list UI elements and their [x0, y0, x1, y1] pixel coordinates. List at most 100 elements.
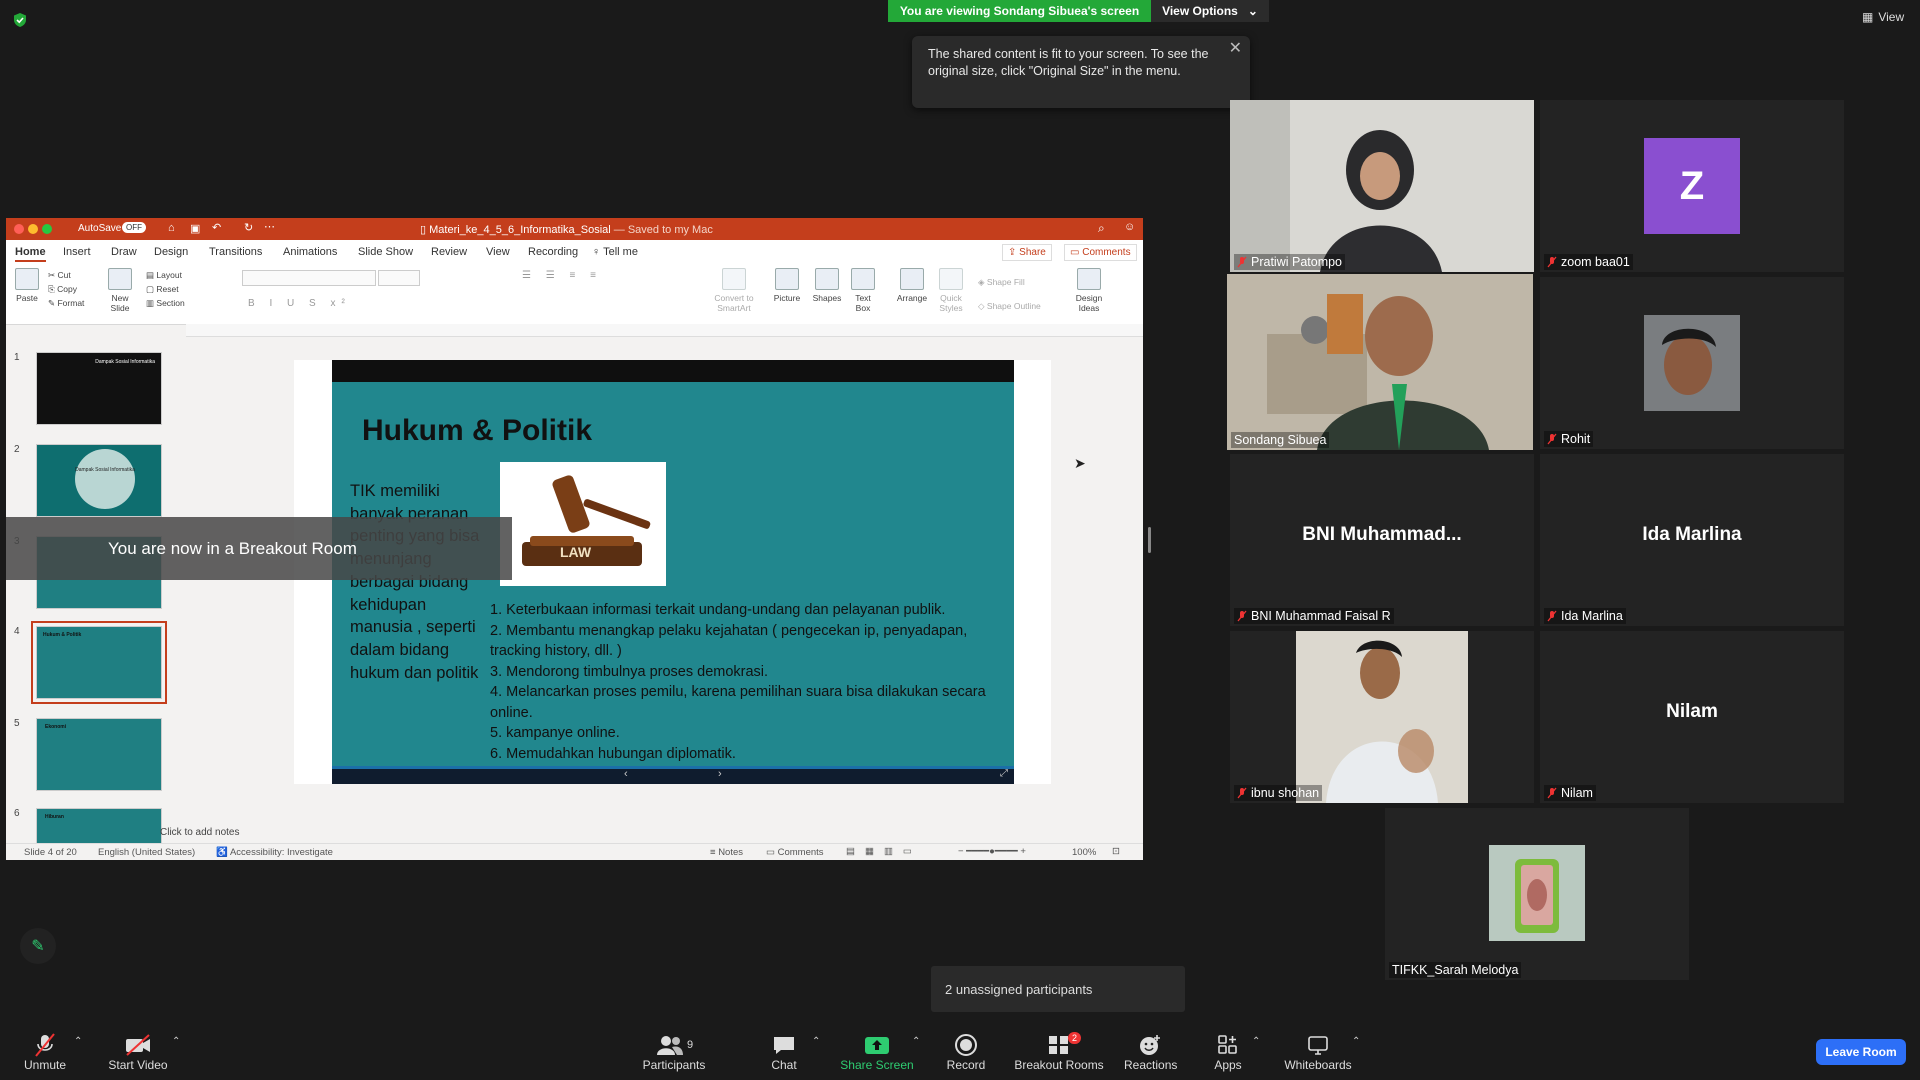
tab-transitions[interactable]: Transitions — [209, 246, 262, 258]
zoom-level[interactable]: 100% — [1072, 847, 1096, 858]
comment-icon: ▭ — [1070, 247, 1083, 258]
tab-home[interactable]: Home — [15, 246, 46, 262]
convert-smartart-button[interactable]: Convert to SmartArt — [706, 268, 762, 313]
tab-recording[interactable]: Recording — [528, 246, 578, 258]
participant-tile[interactable]: Nilam Nilam — [1540, 631, 1844, 803]
annotate-pencil-button[interactable]: ✎ — [20, 928, 56, 964]
view-options-button[interactable]: View Options ⌄ — [1151, 0, 1269, 22]
whiteboards-button[interactable]: Whiteboards — [1284, 1032, 1352, 1072]
shape-outline-button[interactable]: ◇ Shape Outline — [978, 294, 1041, 318]
slide-thumbnail-5[interactable]: Ekonomi — [36, 718, 162, 791]
tab-slide-show[interactable]: Slide Show — [358, 246, 413, 258]
tab-insert[interactable]: Insert — [63, 246, 91, 258]
chevron-up-icon[interactable]: ⌃ — [912, 1036, 920, 1047]
thumb-number: 5 — [14, 718, 20, 729]
fullscreen-icon[interactable]: ⤢ — [1000, 768, 1008, 779]
notes-toggle[interactable]: ≡ Notes — [710, 847, 743, 858]
accessibility-status[interactable]: ♿ Accessibility: Investigate — [216, 847, 333, 858]
notes-area[interactable]: Click to add notes — [156, 824, 1143, 844]
font-name-select[interactable] — [242, 270, 376, 286]
account-icon[interactable]: ☺ — [1124, 221, 1135, 233]
save-icon[interactable]: ▣ — [190, 222, 200, 235]
paragraph-buttons[interactable]: ☰ ☰ ≡ ≡ — [522, 270, 602, 281]
format-painter-button[interactable]: ✎ Format — [48, 296, 84, 310]
tab-view[interactable]: View — [486, 246, 510, 258]
maximize-window-button[interactable] — [42, 224, 52, 234]
notes-icon: ≡ — [710, 847, 719, 858]
slide-thumbnail-2[interactable]: Dampak Sosial Informatika — [36, 444, 162, 517]
comments-button[interactable]: ▭ Comments — [1064, 244, 1137, 261]
comments-toggle[interactable]: ▭ Comments — [766, 847, 824, 858]
chat-button[interactable]: Chat — [766, 1032, 802, 1072]
slide-thumbnail-4-selected[interactable]: Hukum & Politik — [31, 621, 167, 704]
resize-handle[interactable] — [1148, 527, 1151, 553]
new-slide-button[interactable]: New Slide — [104, 268, 136, 313]
security-shield-icon[interactable] — [12, 12, 28, 28]
participant-tile[interactable]: ibnu shohan — [1230, 631, 1534, 803]
section-button[interactable]: ▥ Section — [146, 296, 185, 310]
participant-tile[interactable]: Rohit — [1540, 277, 1844, 449]
undo-icon[interactable]: ↶ — [212, 221, 221, 234]
chevron-up-icon[interactable]: ⌃ — [1352, 1036, 1360, 1047]
tab-animations[interactable]: Animations — [283, 246, 337, 258]
copy-button[interactable]: ⎘ Copy — [48, 282, 84, 296]
share-button[interactable]: ⇪ Share — [1002, 244, 1052, 261]
reset-button[interactable]: ▢ Reset — [146, 282, 185, 296]
next-icon[interactable]: › — [718, 768, 722, 780]
autosave-toggle[interactable]: OFF — [122, 222, 146, 233]
language-status[interactable]: English (United States) — [98, 847, 195, 858]
participant-tile[interactable]: Z zoom baa01 — [1540, 100, 1844, 272]
tab-review[interactable]: Review — [431, 246, 467, 258]
tab-draw[interactable]: Draw — [111, 246, 137, 258]
redo-icon[interactable]: ↻ — [244, 221, 253, 234]
shape-fill-button[interactable]: ◈ Shape Fill — [978, 270, 1041, 294]
slide-thumbnail-1[interactable]: Dampak Sosial Informatika — [36, 352, 162, 425]
fit-slide-icon[interactable]: ⊡ — [1112, 846, 1120, 857]
unmute-button[interactable]: Unmute — [20, 1032, 70, 1072]
start-video-button[interactable]: Start Video — [106, 1032, 170, 1072]
zoom-slider[interactable]: − ━━━━●━━━━ + — [958, 846, 1026, 857]
shapes-button[interactable]: Shapes — [810, 268, 844, 303]
share-screen-button[interactable]: Share Screen — [840, 1032, 914, 1072]
picture-button[interactable]: Picture — [770, 268, 804, 303]
participant-tile-active-speaker[interactable]: Sondang Sibuea — [1227, 274, 1533, 450]
textbox-button[interactable]: Text Box — [848, 268, 878, 313]
chevron-up-icon[interactable]: ⌃ — [74, 1036, 82, 1047]
chevron-up-icon[interactable]: ⌃ — [172, 1036, 180, 1047]
more-icon[interactable]: ⋯ — [264, 220, 275, 233]
previous-icon[interactable]: ‹ — [624, 768, 628, 780]
home-icon[interactable]: ⌂ — [168, 222, 175, 234]
record-button[interactable]: Record — [944, 1032, 988, 1072]
participant-tile[interactable]: BNI Muhammad... BNI Muhammad Faisal R — [1230, 454, 1534, 626]
video-progress-track[interactable] — [332, 766, 1014, 769]
chevron-up-icon[interactable]: ⌃ — [1252, 1036, 1260, 1047]
unassigned-participants-popup[interactable]: 2 unassigned participants — [931, 966, 1185, 1012]
participant-tile[interactable]: TIFKK_Sarah Melodya — [1385, 808, 1689, 980]
arrange-button[interactable]: Arrange — [894, 268, 930, 303]
participant-tile[interactable]: Pratiwi Patompo — [1230, 100, 1534, 272]
participants-button[interactable]: 9 Participants — [640, 1032, 708, 1072]
chevron-up-icon[interactable]: ⌃ — [812, 1036, 820, 1047]
text-format-buttons[interactable]: B I U S x² — [248, 298, 351, 309]
layout-button[interactable]: ▤ Layout — [146, 268, 185, 282]
participant-tile[interactable]: Ida Marlina Ida Marlina — [1540, 454, 1844, 626]
reactions-button[interactable]: Reactions — [1124, 1032, 1177, 1072]
close-window-button[interactable] — [14, 224, 24, 234]
view-mode-buttons[interactable]: ▤▦▥▭ — [846, 846, 922, 857]
tab-design[interactable]: Design — [154, 246, 188, 258]
breakout-rooms-button[interactable]: 2 Breakout Rooms — [1012, 1032, 1106, 1072]
cut-button[interactable]: ✂ Cut — [48, 268, 84, 282]
paste-button[interactable]: Paste — [14, 268, 40, 303]
design-ideas-label: Design Ideas — [1075, 293, 1103, 313]
apps-button[interactable]: Apps — [1212, 1032, 1244, 1072]
minimize-window-button[interactable] — [28, 224, 38, 234]
leave-room-button[interactable]: Leave Room — [1816, 1039, 1906, 1065]
video-feed — [1296, 631, 1468, 803]
close-icon[interactable]: ✕ — [1229, 40, 1242, 57]
view-button[interactable]: ▦ View — [1862, 10, 1904, 24]
search-icon[interactable]: ⌕ — [1098, 221, 1105, 236]
font-size-select[interactable] — [378, 270, 420, 286]
design-ideas-button[interactable]: Design Ideas — [1072, 268, 1106, 313]
quick-styles-button[interactable]: Quick Styles — [936, 268, 966, 313]
tell-me-search[interactable]: ♀ Tell me — [592, 246, 638, 258]
